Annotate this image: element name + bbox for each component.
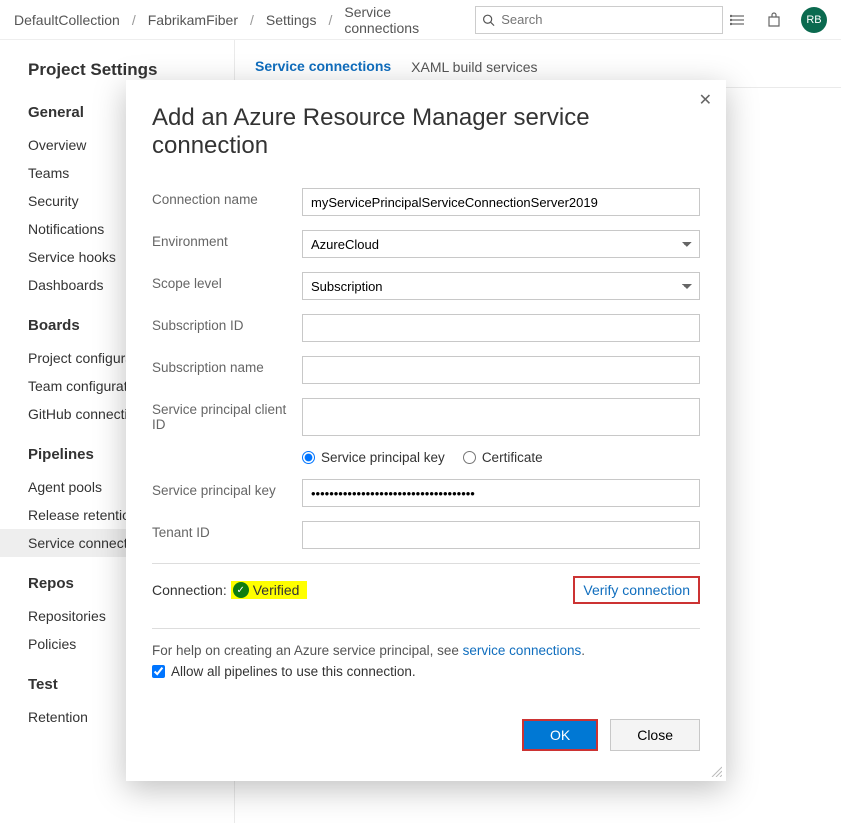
breadcrumb-sep: / (328, 12, 332, 28)
input-tenant-id[interactable] (302, 521, 700, 549)
ok-button[interactable]: OK (522, 719, 598, 751)
verified-badge: ✓ Verified (231, 581, 308, 599)
breadcrumb-sep: / (250, 12, 254, 28)
breadcrumb-settings[interactable]: Settings (266, 12, 317, 28)
radio-certificate[interactable]: Certificate (463, 450, 543, 465)
shopping-bag-icon[interactable] (765, 11, 783, 29)
input-sp-key[interactable] (302, 479, 700, 507)
checkbox-allow-all[interactable] (152, 665, 165, 678)
close-icon[interactable]: ✕ (699, 90, 712, 110)
list-icon[interactable] (729, 11, 747, 29)
resize-grip-icon[interactable] (710, 765, 722, 777)
sidebar-title: Project Settings (28, 60, 234, 80)
divider (152, 628, 700, 629)
close-button[interactable]: Close (610, 719, 700, 751)
verify-connection-highlight: Verify connection (573, 576, 700, 604)
label-allow-all: Allow all pipelines to use this connecti… (171, 664, 416, 679)
connection-label: Connection: (152, 582, 227, 598)
input-subscription-id[interactable] (302, 314, 700, 342)
select-environment[interactable]: AzureCloud (302, 230, 700, 258)
radio-sp-key[interactable]: Service principal key (302, 450, 445, 465)
verify-connection-button[interactable]: Verify connection (583, 582, 690, 598)
breadcrumb-project[interactable]: FabrikamFiber (148, 12, 238, 28)
verified-text: Verified (253, 582, 300, 598)
search-icon (482, 13, 495, 27)
help-link-service-connections[interactable]: service connections (463, 643, 582, 658)
label-scope-level: Scope level (152, 272, 302, 291)
input-subscription-name[interactable] (302, 356, 700, 384)
label-subscription-id: Subscription ID (152, 314, 302, 333)
label-sp-client-id: Service principal client ID (152, 398, 302, 432)
label-connection-name: Connection name (152, 188, 302, 207)
search-input[interactable] (501, 12, 716, 27)
select-scope-level[interactable]: Subscription (302, 272, 700, 300)
avatar[interactable]: RB (801, 7, 827, 33)
label-tenant-id: Tenant ID (152, 521, 302, 540)
help-text: For help on creating an Azure service pr… (152, 643, 700, 658)
search-box[interactable] (475, 6, 723, 34)
breadcrumb-collection[interactable]: DefaultCollection (14, 12, 120, 28)
label-environment: Environment (152, 230, 302, 249)
modal-title: Add an Azure Resource Manager service co… (152, 104, 700, 160)
label-sp-key: Service principal key (152, 479, 302, 498)
check-icon: ✓ (233, 582, 249, 598)
input-sp-client-id[interactable] (302, 398, 700, 436)
add-service-connection-modal: ✕ Add an Azure Resource Manager service … (126, 80, 726, 781)
breadcrumb-page[interactable]: Service connections (344, 4, 463, 36)
breadcrumb-sep: / (132, 12, 136, 28)
input-connection-name[interactable] (302, 188, 700, 216)
label-subscription-name: Subscription name (152, 356, 302, 375)
